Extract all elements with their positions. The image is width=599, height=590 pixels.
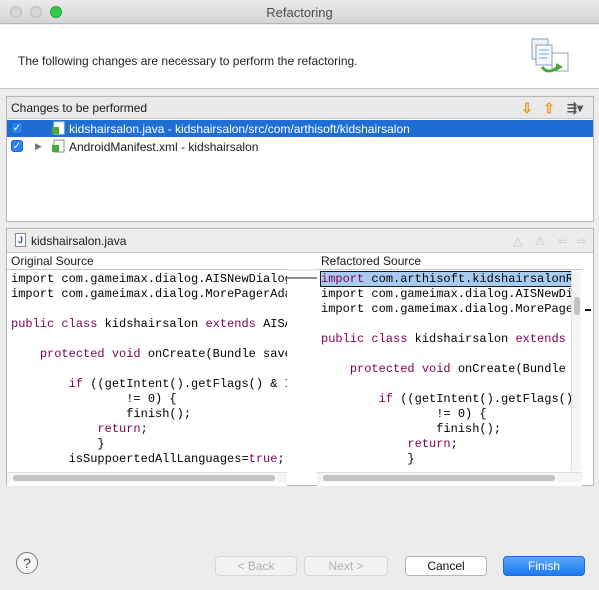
- change-overview-marker: [585, 309, 591, 311]
- finish-button[interactable]: Finish: [503, 556, 585, 576]
- code-line: finish();: [321, 422, 502, 436]
- window-title: Refactoring: [266, 5, 333, 20]
- code-line: protected void onCreate(Bundle: [349, 362, 566, 376]
- copy-left-icon[interactable]: ⇦: [555, 234, 569, 248]
- scroll-thumb[interactable]: [323, 475, 555, 481]
- button-bar: ? < Back Next > Cancel Finish: [0, 546, 599, 590]
- code-line: protected void onCreate(Bundle save: [39, 347, 287, 361]
- code-line: }: [321, 452, 415, 466]
- diff-connector: [287, 269, 317, 279]
- compare-file-name: kidshairsalon.java: [31, 234, 127, 248]
- code-line: isSuppoertedAllLanguages=true;: [11, 452, 285, 466]
- refactored-source-pane[interactable]: Refactored Source import com.arthisoft.k…: [317, 254, 582, 486]
- refactored-code: import com.arthisoft.kidshairsalonR impor…: [317, 270, 582, 467]
- refactored-horizontal-scrollbar[interactable]: [317, 472, 582, 482]
- title-bar: Refactoring: [0, 0, 599, 24]
- next-button[interactable]: Next >: [304, 556, 388, 576]
- change-item-manifest[interactable]: ✓ ▶ AndroidManifest.xml - kidshairsalon: [7, 138, 593, 155]
- java-file-icon: J: [15, 233, 26, 247]
- xml-file-change-icon: [52, 139, 65, 153]
- original-code: import com.gameimax.dialog.AISNewDialog i…: [7, 270, 287, 467]
- change-item-label: kidshairsalon.java - kidshairsalon/src/c…: [69, 122, 410, 136]
- copy-right-icon[interactable]: ⇨: [575, 234, 589, 248]
- changes-panel: Changes to be performed ⇩ ⇧ ⇶▾ ✓ kidshai…: [6, 96, 594, 222]
- back-button[interactable]: < Back: [215, 556, 297, 576]
- code-line: }: [11, 437, 105, 451]
- refactored-vertical-scrollbar[interactable]: [571, 271, 581, 471]
- java-file-change-icon: [52, 121, 65, 135]
- previous-change-icon[interactable]: ⇧: [541, 100, 557, 116]
- wizard-header: The following changes are necessary to p…: [0, 25, 599, 89]
- code-line: if ((getIntent().getFlags() & I: [68, 377, 287, 391]
- next-change-icon[interactable]: ⇩: [519, 100, 535, 116]
- original-horizontal-scrollbar[interactable]: [7, 472, 287, 482]
- code-line: import com.gameimax.dialog.AISNewDialog: [11, 272, 287, 286]
- header-message: The following changes are necessary to p…: [18, 54, 358, 68]
- code-line: import com.gameimax.dialog.MorePage: [321, 302, 574, 316]
- refactor-wizard-icon: [531, 38, 569, 73]
- code-line: return;: [407, 437, 458, 451]
- code-line: public class kidshairsalon extends AISA: [11, 317, 287, 331]
- code-line: != 0) {: [321, 407, 487, 421]
- code-line: public class kidshairsalon extends: [321, 332, 566, 346]
- help-button[interactable]: ?: [16, 552, 38, 574]
- checkbox[interactable]: ✓: [11, 122, 23, 134]
- changes-header: Changes to be performed ⇩ ⇧ ⇶▾: [7, 97, 593, 119]
- code-line: return;: [97, 422, 148, 436]
- code-line: finish();: [11, 407, 192, 421]
- compare-header: J kidshairsalon.java △ ⚠ ⇦ ⇨: [7, 229, 593, 253]
- next-difference-icon[interactable]: △: [511, 234, 525, 248]
- checkbox[interactable]: ✓: [11, 140, 23, 152]
- scroll-thumb[interactable]: [574, 297, 580, 315]
- expand-arrow-icon[interactable]: ▶: [35, 141, 42, 152]
- change-item-label: AndroidManifest.xml - kidshairsalon: [69, 140, 259, 154]
- cancel-button[interactable]: Cancel: [405, 556, 487, 576]
- code-line: if ((getIntent().getFlags(): [378, 392, 574, 406]
- view-menu-icon[interactable]: ⇶▾: [567, 100, 583, 116]
- code-line: import com.gameimax.dialog.MorePagerAda: [11, 287, 287, 301]
- original-source-title: Original Source: [7, 254, 287, 270]
- code-line: import com.arthisoft.kidshairsalonR: [319, 271, 575, 287]
- previous-difference-icon[interactable]: ⚠: [533, 234, 547, 248]
- scroll-thumb[interactable]: [13, 475, 275, 481]
- changes-label: Changes to be performed: [11, 101, 148, 115]
- compare-panel: J kidshairsalon.java △ ⚠ ⇦ ⇨ Original So…: [6, 228, 594, 486]
- change-item-java[interactable]: ✓ kidshairsalon.java - kidshairsalon/src…: [7, 120, 593, 137]
- code-line: import com.gameimax.dialog.AISNewDi: [321, 287, 574, 301]
- refactored-source-title: Refactored Source: [317, 254, 582, 270]
- code-line: != 0) {: [11, 392, 177, 406]
- original-source-pane[interactable]: Original Source import com.gameimax.dial…: [7, 254, 287, 486]
